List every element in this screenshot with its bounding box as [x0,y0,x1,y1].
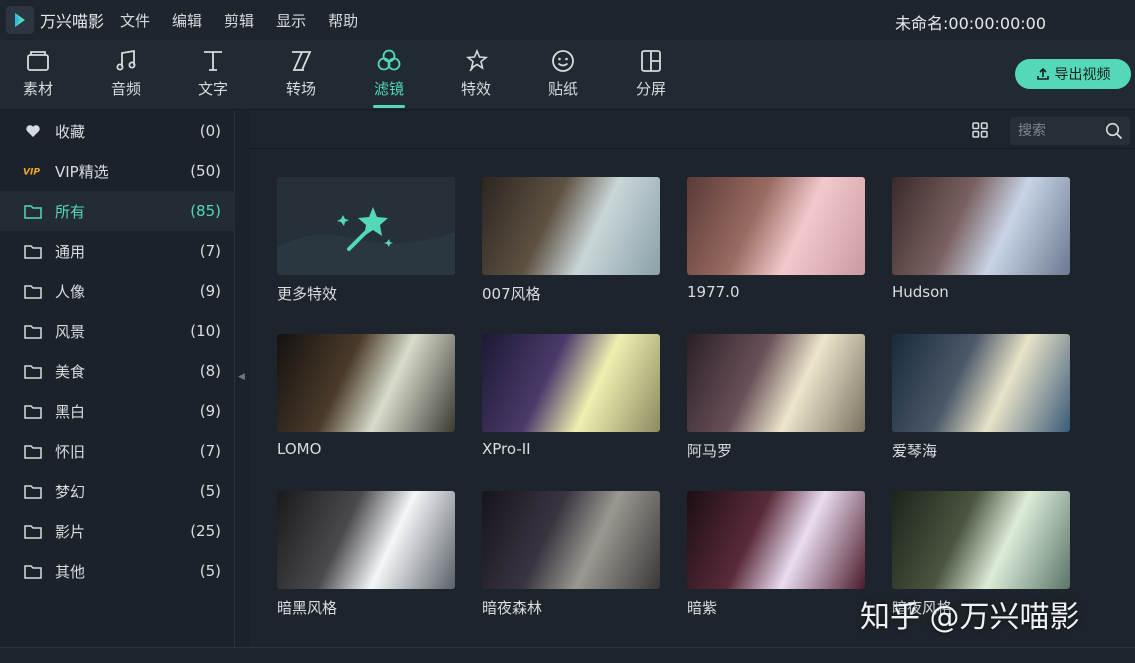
music-icon [116,49,136,71]
folder-icon [23,364,43,379]
menu-clip[interactable]: 剪辑 [224,10,254,31]
filter-library: 更多特效 007风格 1977.0 Hudson LOMO XPro-II 阿马… [250,111,1135,647]
export-icon [1036,67,1049,80]
filter-tile-lomo[interactable]: LOMO [277,334,455,466]
search-icon[interactable] [1105,122,1123,140]
folder-icon [23,204,43,219]
effects-icon [465,48,489,72]
sidebar-item-general[interactable]: 通用 (7) [0,231,235,271]
svg-text:VIP: VIP [23,168,40,177]
export-video-button[interactable]: 导出视频 [1015,59,1131,89]
filter-tile-007[interactable]: 007风格 [482,177,660,309]
sidebar-item-favorites[interactable]: 收藏 (0) [0,111,235,151]
filter-tile-1977[interactable]: 1977.0 [687,177,865,309]
sidebar-item-food[interactable]: 美食 (8) [0,351,235,391]
menu-file[interactable]: 文件 [120,10,150,31]
filter-tile-more-effects[interactable]: 更多特效 [277,177,455,309]
status-bar [0,647,1135,663]
menu-view[interactable]: 显示 [276,10,306,31]
project-title: 未命名:00:00:00:00 [895,14,1047,33]
sidebar-item-black-white[interactable]: 黑白 (9) [0,391,235,431]
filter-thumbnail [277,491,455,589]
menu-help[interactable]: 帮助 [328,10,358,31]
folder-icon [23,524,43,539]
filter-tile-aegean[interactable]: 爱琴海 [892,334,1070,466]
text-icon [204,51,222,71]
tab-transition[interactable]: 转场 [271,46,331,106]
app-name: 万兴喵影 [40,12,105,31]
filter-tile-dark-forest[interactable]: 暗夜森林 [482,491,660,623]
tab-sticker[interactable]: 贴纸 [533,46,593,106]
filter-tile-dark-style[interactable]: 暗黑风格 [277,491,455,623]
tab-split-screen[interactable]: 分屏 [621,46,681,106]
sidebar-item-other[interactable]: 其他 (5) [0,551,235,591]
filter-thumbnail [482,177,660,275]
sidebar-item-film[interactable]: 影片 (25) [0,511,235,551]
tab-filter[interactable]: 滤镜 [359,46,419,108]
sidebar-item-dreamy[interactable]: 梦幻 (5) [0,471,235,511]
filter-thumbnail [687,334,865,432]
tab-effects[interactable]: 特效 [446,46,506,106]
filter-thumbnail [277,334,455,432]
filter-thumbnail [482,491,660,589]
folder-icon [23,244,43,259]
filter-thumbnail [892,334,1070,432]
filter-thumbnail [687,177,865,275]
filter-thumbnail [687,491,865,589]
search-box [1010,117,1130,145]
filter-icon [377,49,401,71]
app-logo-icon [6,6,34,34]
more-effects-thumbnail [277,177,455,275]
filter-thumbnail [892,177,1070,275]
filter-tile-dark-purple[interactable]: 暗紫 [687,491,865,623]
menu-edit[interactable]: 编辑 [172,10,202,31]
filter-thumbnail [892,491,1070,589]
split-screen-icon [641,50,661,72]
search-input[interactable] [1018,121,1103,141]
sidebar-item-vip[interactable]: VIP VIP精选 (50) [0,151,235,191]
menu-bar: 文件 编辑 剪辑 显示 帮助 [120,10,358,31]
folder-icon [23,564,43,579]
filter-thumbnail [482,334,660,432]
sidebar-item-portrait[interactable]: 人像 (9) [0,271,235,311]
grid-view-icon[interactable] [971,121,989,139]
tab-audio[interactable]: 音频 [96,46,156,106]
tab-media[interactable]: 素材 [8,46,68,106]
folder-icon [23,404,43,419]
media-toolbar: 素材 音频 文字 转场 滤镜 特效 贴纸 分屏 导出视频 [0,40,1135,110]
folder-icon [27,51,49,71]
filter-tile-hudson[interactable]: Hudson [892,177,1070,309]
library-toolbar [250,111,1135,149]
tab-text[interactable]: 文字 [183,46,243,106]
sticker-icon [552,50,574,72]
heart-icon [23,124,43,138]
magic-wand-icon [277,207,455,275]
active-tab-indicator [373,105,405,108]
folder-icon [23,284,43,299]
vip-icon: VIP [23,165,43,177]
sidebar-collapse-icon[interactable]: ◀ [238,372,245,382]
filter-tile-amaro[interactable]: 阿马罗 [687,334,865,466]
sidebar-item-all[interactable]: 所有 (85) [0,191,235,231]
folder-icon [23,484,43,499]
transition-icon [292,51,312,71]
folder-icon [23,324,43,339]
watermark-text: 知乎 @万兴喵影 [860,600,1080,635]
folder-icon [23,444,43,459]
filter-tile-xpro-ii[interactable]: XPro-II [482,334,660,466]
sidebar-item-landscape[interactable]: 风景 (10) [0,311,235,351]
sidebar-item-nostalgia[interactable]: 怀旧 (7) [0,431,235,471]
category-sidebar: 收藏 (0) VIP VIP精选 (50) 所有 (85) 通用 (7) 人像 … [0,111,235,647]
title-bar: 万兴喵影 文件 编辑 剪辑 显示 帮助 未命名:00:00:00:00 [0,0,1135,40]
